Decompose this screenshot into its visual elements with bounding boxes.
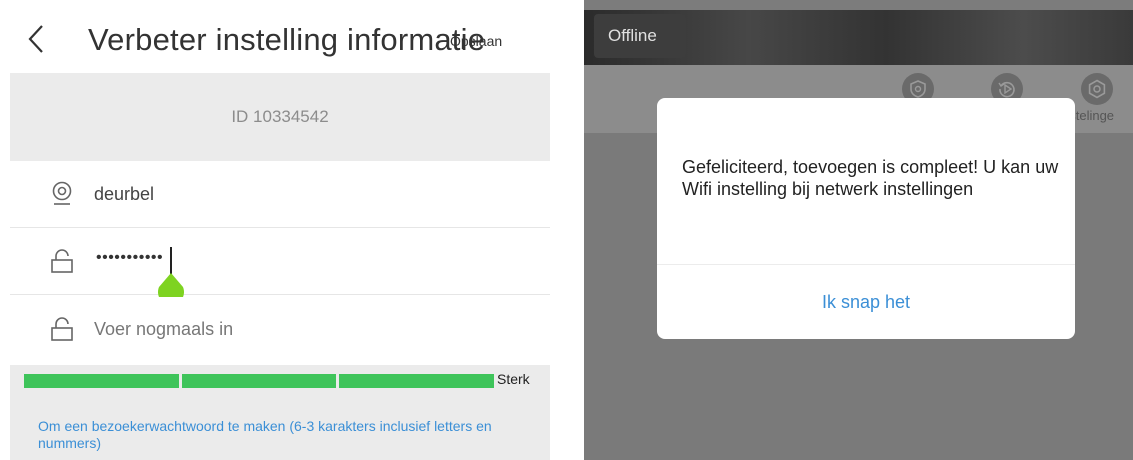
strength-segment [339,374,495,388]
confirm-password-placeholder: Voer nogmaals in [94,319,234,339]
device-id-panel: ID 10334542 [10,73,550,161]
lock-icon [50,316,74,342]
device-name-value: deurbel [94,184,155,204]
confirm-button[interactable]: Ik snap het [657,265,1075,339]
status-badge-label: Offline [608,26,657,45]
password-strength-panel: Sterk Om een bezoekerwachtwoord te maken… [10,365,550,460]
confirm-password-field[interactable]: Voer nogmaals in [10,297,550,363]
password-hint: Om een bezoekerwachtwoord te maken (6-3 … [38,418,492,451]
password-value: ••••••••••• [96,249,164,266]
text-caret [170,247,172,275]
status-badge: Offline [594,14,686,58]
strength-meter [24,374,495,388]
success-dialog: Gefeliciteerd, toevoegen is compleet! U … [657,98,1075,339]
page-title: Verbeter instelling informatie [88,22,486,57]
strength-segment [181,374,337,388]
camera-icon [50,181,74,207]
header-bar: Verbeter instelling informatie Opslaan [0,0,560,72]
device-name-field[interactable]: deurbel [10,162,550,228]
save-button[interactable]: Opslaan [450,33,502,49]
chevron-left-icon[interactable] [24,22,48,56]
strength-segment [24,374,179,388]
gear-icon[interactable] [1081,73,1113,105]
password-field[interactable]: ••••••••••• [10,229,550,305]
lock-icon [50,248,74,274]
live-view-screen: Offline nstelinge Gefeliciteerd, toevoeg… [584,0,1133,460]
settings-screen: Verbeter instelling informatie Opslaan I… [0,0,560,460]
strength-label: Sterk [497,371,530,387]
device-id: ID 10334542 [231,107,329,126]
dialog-message: Gefeliciteerd, toevoegen is compleet! U … [682,157,1059,199]
